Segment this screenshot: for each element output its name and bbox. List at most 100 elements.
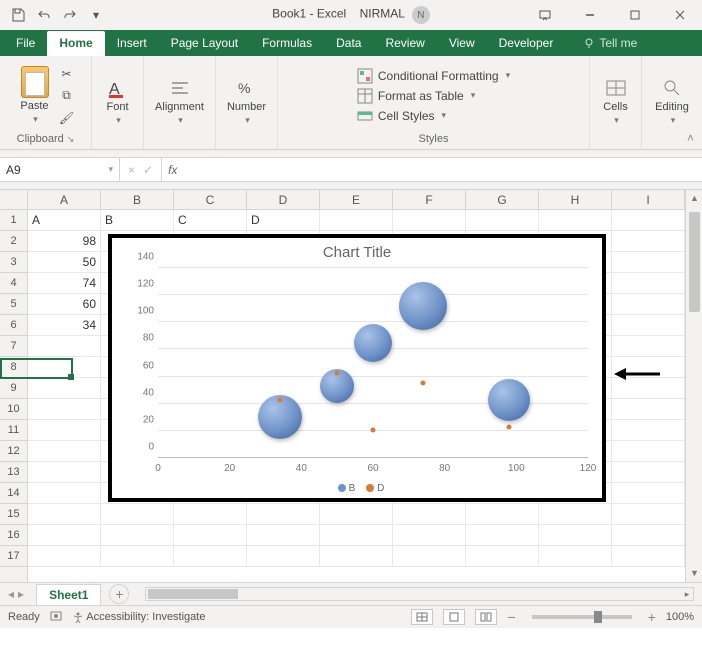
cell[interactable] xyxy=(612,483,685,504)
column-header[interactable]: D xyxy=(247,190,320,209)
cell[interactable]: 98 xyxy=(28,231,101,252)
cell[interactable] xyxy=(612,441,685,462)
cell-styles-button[interactable]: Cell Styles▾ xyxy=(355,107,512,125)
format-painter-icon[interactable]: 🖌 xyxy=(57,108,77,128)
add-sheet-icon[interactable]: + xyxy=(109,584,129,604)
row-header[interactable]: 13 xyxy=(0,462,27,483)
undo-icon[interactable] xyxy=(32,3,56,27)
row-header[interactable]: 10 xyxy=(0,399,27,420)
editing-button[interactable]: Editing▾ xyxy=(652,71,692,133)
view-page-layout-icon[interactable] xyxy=(443,609,465,625)
cell[interactable]: A xyxy=(28,210,101,231)
cell[interactable] xyxy=(539,546,612,567)
sheet-nav-prev-icon[interactable]: ◂ xyxy=(8,587,14,601)
cell[interactable] xyxy=(247,546,320,567)
scatter-point[interactable] xyxy=(371,427,376,432)
font-button[interactable]: A Font▾ xyxy=(98,71,138,133)
zoom-in-icon[interactable]: + xyxy=(648,609,656,625)
column-header[interactable]: H xyxy=(539,190,612,209)
scatter-point[interactable] xyxy=(335,370,340,375)
row-header[interactable]: 7 xyxy=(0,336,27,357)
redo-icon[interactable] xyxy=(58,3,82,27)
row-header[interactable]: 17 xyxy=(0,546,27,567)
paste-button[interactable]: Paste▾ xyxy=(15,65,55,127)
minimize-icon[interactable] xyxy=(567,0,612,30)
cell[interactable] xyxy=(28,441,101,462)
alignment-button[interactable]: Alignment▾ xyxy=(160,71,200,133)
cell[interactable] xyxy=(612,420,685,441)
tab-tell-me[interactable]: Tell me xyxy=(571,31,649,56)
vertical-scrollbar[interactable]: ▲ ▼ xyxy=(685,190,702,582)
tab-formulas[interactable]: Formulas xyxy=(250,31,324,56)
cell[interactable]: 60 xyxy=(28,294,101,315)
cell[interactable] xyxy=(101,504,174,525)
cell[interactable] xyxy=(28,546,101,567)
cell[interactable] xyxy=(101,525,174,546)
column-header[interactable]: F xyxy=(393,190,466,209)
row-header[interactable]: 12 xyxy=(0,441,27,462)
cell[interactable] xyxy=(28,462,101,483)
cell[interactable] xyxy=(612,399,685,420)
number-button[interactable]: % Number▾ xyxy=(227,71,267,133)
embedded-chart[interactable]: Chart Title 0204060801001201400204060801… xyxy=(108,234,606,502)
scroll-up-icon[interactable]: ▲ xyxy=(686,190,702,207)
view-page-break-icon[interactable] xyxy=(475,609,497,625)
cell[interactable] xyxy=(393,210,466,231)
save-icon[interactable] xyxy=(6,3,30,27)
cut-icon[interactable]: ✂ xyxy=(57,64,77,84)
cell[interactable] xyxy=(612,525,685,546)
row-header[interactable]: 8 xyxy=(0,357,27,378)
avatar[interactable]: N xyxy=(412,6,430,24)
hscroll-thumb[interactable] xyxy=(148,589,238,599)
row-headers[interactable]: 1234567891011121314151617 xyxy=(0,210,28,582)
row-header[interactable]: 15 xyxy=(0,504,27,525)
zoom-level[interactable]: 100% xyxy=(666,611,694,623)
column-header[interactable]: I xyxy=(612,190,685,209)
cell[interactable]: 34 xyxy=(28,315,101,336)
scatter-point[interactable] xyxy=(507,424,512,429)
cell[interactable] xyxy=(174,525,247,546)
select-all-corner[interactable] xyxy=(0,190,28,210)
copy-icon[interactable]: ⧉ xyxy=(57,86,77,106)
cell[interactable] xyxy=(466,525,539,546)
cell[interactable] xyxy=(28,357,101,378)
sheet-tab-sheet1[interactable]: Sheet1 xyxy=(36,584,101,605)
cell[interactable] xyxy=(320,210,393,231)
macro-record-icon[interactable] xyxy=(50,610,62,625)
cell[interactable] xyxy=(174,504,247,525)
scroll-right-icon[interactable]: ▸ xyxy=(680,588,694,600)
cell[interactable]: C xyxy=(174,210,247,231)
cell[interactable] xyxy=(247,525,320,546)
maximize-icon[interactable] xyxy=(612,0,657,30)
cell[interactable] xyxy=(28,504,101,525)
fx-icon[interactable]: fx xyxy=(162,158,183,181)
cell[interactable] xyxy=(28,336,101,357)
cell[interactable] xyxy=(393,504,466,525)
enter-formula-icon[interactable]: ✓ xyxy=(143,163,153,177)
column-header[interactable]: G xyxy=(466,190,539,209)
cell[interactable] xyxy=(466,210,539,231)
formula-input[interactable] xyxy=(183,158,702,181)
cell[interactable] xyxy=(28,483,101,504)
cell[interactable] xyxy=(393,525,466,546)
zoom-knob[interactable] xyxy=(594,611,602,623)
cell[interactable] xyxy=(320,525,393,546)
cell[interactable]: B xyxy=(101,210,174,231)
cell[interactable] xyxy=(320,504,393,525)
scatter-point[interactable] xyxy=(277,397,282,402)
conditional-formatting-button[interactable]: Conditional Formatting▾ xyxy=(355,67,512,85)
bubble-point[interactable] xyxy=(354,324,392,362)
column-header[interactable]: C xyxy=(174,190,247,209)
view-normal-icon[interactable] xyxy=(411,609,433,625)
cell[interactable] xyxy=(101,546,174,567)
zoom-out-icon[interactable]: − xyxy=(507,609,515,625)
clipboard-launcher-icon[interactable]: ↘ xyxy=(67,134,75,145)
cell[interactable] xyxy=(393,546,466,567)
cell[interactable] xyxy=(612,504,685,525)
cells-button[interactable]: Cells▾ xyxy=(596,71,636,133)
cell[interactable]: 50 xyxy=(28,252,101,273)
cell[interactable] xyxy=(539,525,612,546)
name-box[interactable]: A9▾ xyxy=(0,158,120,181)
row-header[interactable]: 5 xyxy=(0,294,27,315)
cell[interactable] xyxy=(28,378,101,399)
